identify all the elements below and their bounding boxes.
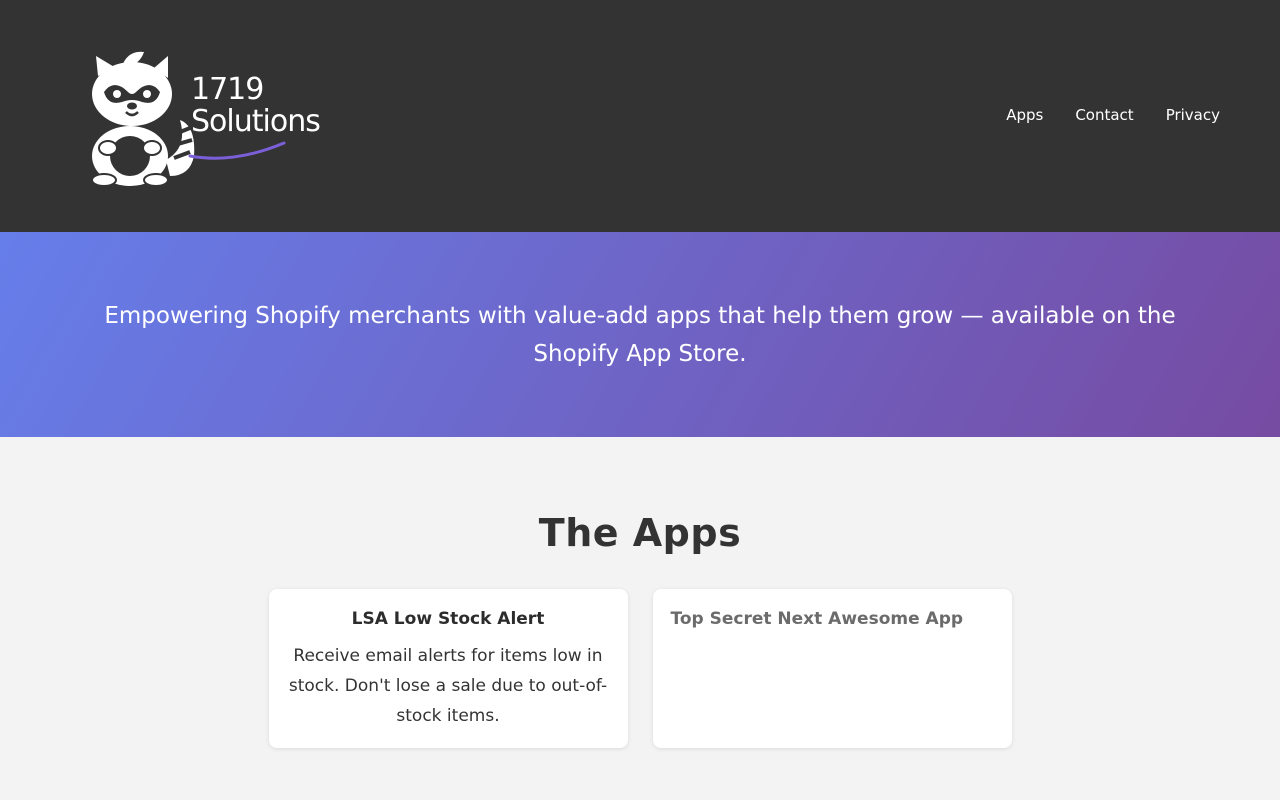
app-card-title: LSA Low Stock Alert — [351, 609, 545, 629]
app-card-secret[interactable]: Top Secret Next Awesome App — [652, 589, 1012, 748]
brand-logo[interactable]: 1719 Solutions — [84, 48, 344, 188]
app-card-description: Receive email alerts for items low in st… — [288, 646, 608, 726]
nav-link-privacy[interactable]: Privacy — [1166, 106, 1220, 124]
nav-link-contact[interactable]: Contact — [1075, 106, 1133, 124]
site-header: 1719 Solutions Apps Contact Privacy — [0, 0, 1280, 232]
app-card-list: LSA Low Stock Alert Receive email alerts… — [0, 589, 1280, 748]
apps-heading: The Apps — [538, 511, 742, 555]
app-card-lsa[interactable]: LSA Low Stock Alert Receive email alerts… — [268, 589, 628, 748]
app-card-title: Top Secret Next Awesome App — [670, 609, 964, 629]
hero-tagline: Empowering Shopify merchants with value-… — [104, 302, 1176, 367]
main-nav: Apps Contact Privacy — [1006, 106, 1220, 124]
brand-underline-swoosh — [188, 141, 286, 160]
apps-section: The Apps LSA Low Stock Alert Receive ema… — [0, 437, 1280, 748]
hero-banner: Empowering Shopify merchants with value-… — [0, 232, 1280, 437]
nav-link-apps[interactable]: Apps — [1006, 106, 1043, 124]
